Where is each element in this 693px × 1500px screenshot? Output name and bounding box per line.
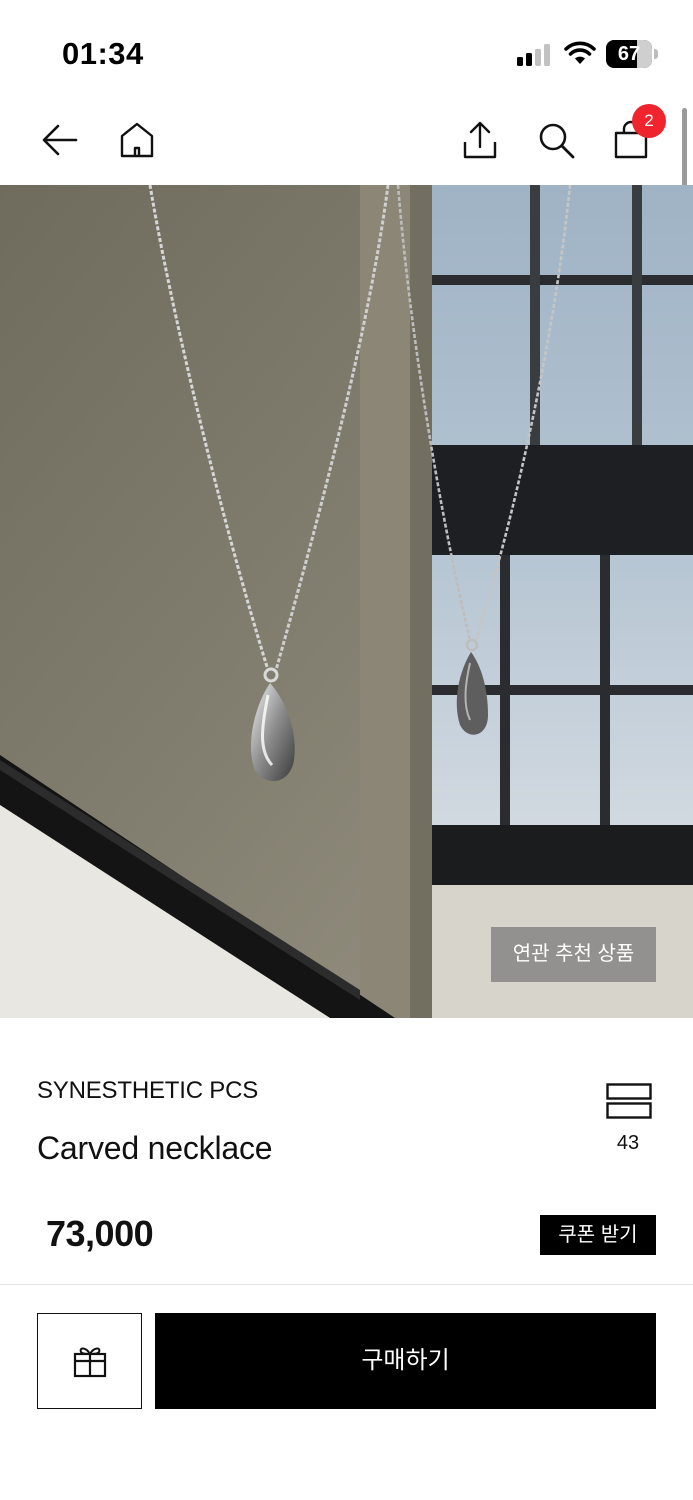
share-button[interactable]: [456, 116, 504, 164]
likes-button[interactable]: 43: [596, 1080, 660, 1160]
cart-count-badge: 2: [632, 104, 666, 138]
product-name: Carved necklace: [37, 1130, 273, 1166]
product-image[interactable]: [0, 185, 693, 1018]
wifi-icon: [564, 41, 596, 64]
back-arrow-icon: [42, 124, 78, 156]
battery-percent: 67: [617, 43, 641, 65]
battery-icon: 67: [606, 40, 658, 68]
stack-icon: [606, 1083, 652, 1119]
back-button[interactable]: [36, 116, 84, 164]
home-button[interactable]: [113, 116, 161, 164]
share-icon: [463, 121, 497, 159]
brand-name[interactable]: SYNESTHETIC PCS: [37, 1077, 258, 1105]
signal-icon: [517, 44, 550, 66]
necklace-photo: [0, 185, 693, 1018]
search-icon: [539, 123, 575, 159]
buy-button[interactable]: 구매하기: [155, 1313, 656, 1409]
status-bar: 01:34 67: [0, 0, 693, 100]
status-time: 01:34: [62, 36, 144, 71]
search-button[interactable]: [532, 116, 580, 164]
product-price: 73,000: [46, 1213, 154, 1254]
coupon-button[interactable]: 쿠폰 받기: [540, 1215, 656, 1255]
likes-count: 43: [616, 1132, 640, 1154]
related-products-button[interactable]: 연관 추천 상품: [491, 927, 656, 982]
nav-bar: [0, 100, 693, 185]
gift-button[interactable]: [37, 1313, 142, 1409]
divider: [0, 1284, 693, 1285]
gift-icon: [73, 1347, 106, 1378]
home-icon: [120, 122, 154, 158]
